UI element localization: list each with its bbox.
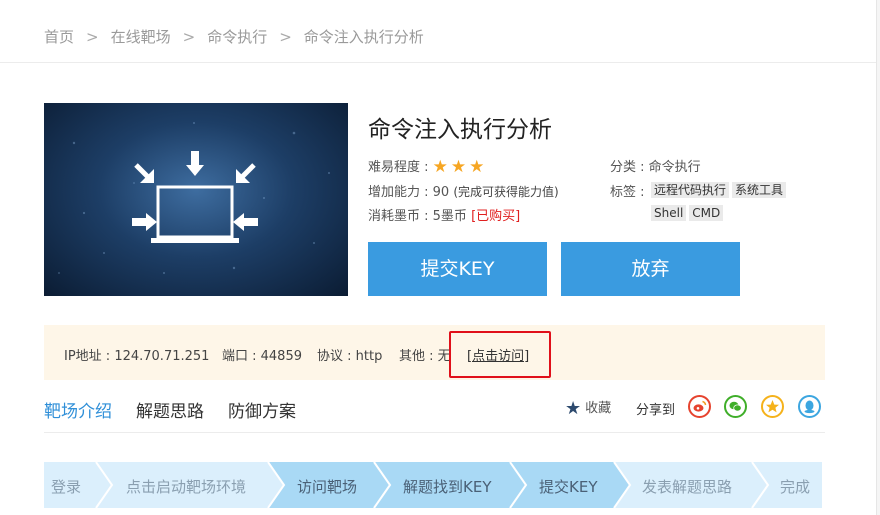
step-publish-solution: 发表解题思路 <box>642 478 733 496</box>
tags-row-1: 远程代码执行 系统工具 <box>651 182 789 198</box>
target-ip: IP地址 : 124.70.71.251 <box>64 349 210 364</box>
tabs-divider <box>44 432 825 433</box>
category-label: 分类 : 命令执行 <box>610 160 701 175</box>
weibo-share-icon[interactable] <box>688 395 711 418</box>
tag-cmd[interactable]: CMD <box>689 205 724 221</box>
star-icon: ★ <box>469 157 488 177</box>
step-login: 登录 <box>51 478 82 496</box>
header-divider <box>0 62 876 63</box>
target-port: 端口 : 44859 <box>222 349 302 364</box>
target-protocol: 协议 : http <box>317 349 383 364</box>
challenge-cover-image <box>44 103 348 296</box>
breadcrumb-current: 命令注入执行分析 <box>303 28 424 46</box>
cost-row: 消耗墨币 : 5墨币 [已购买] <box>368 205 520 224</box>
target-other: 其他 : 无 <box>399 349 451 364</box>
step-complete: 完成 <box>780 478 811 496</box>
ability-label: 增加能力 : 90 <box>368 185 450 200</box>
difficulty-label: 难易程度 : <box>368 160 429 175</box>
tags-label: 标签 : <box>610 185 645 200</box>
tags-row-2: Shell CMD <box>651 205 726 221</box>
tab-introduction[interactable]: 靶场介绍 <box>44 397 112 422</box>
star-icon: ★ <box>432 157 451 177</box>
breadcrumb-range-link[interactable]: 在线靶场 <box>111 26 171 47</box>
breadcrumb-separator: > <box>182 28 196 46</box>
page: 首页 > 在线靶场 > 命令执行 > 命令注入执行分析 命令注入执行分析 难易程… <box>0 0 877 515</box>
difficulty-row: 难易程度 : ★★★ <box>368 156 487 177</box>
tab-solution-ideas[interactable]: 解题思路 <box>136 397 204 422</box>
step-visit-range: 访问靶场 <box>297 478 358 496</box>
purchase-status: [已购买] <box>471 209 521 224</box>
progress-steps: 登录 点击启动靶场环境 访问靶场 解题找到KEY 提交KEY 发表解题思路 完成 <box>44 462 822 508</box>
ability-note: (完成可获得能力值) <box>453 185 559 199</box>
target-info-bar: IP地址 : 124.70.71.251 端口 : 44859 协议 : htt… <box>44 325 825 380</box>
favorite-label: 收藏 <box>585 401 612 416</box>
star-icon: ★ <box>450 157 470 177</box>
breadcrumb-category-link[interactable]: 命令执行 <box>207 26 267 47</box>
category-row: 分类 : 命令执行 <box>610 156 701 175</box>
favorite-button[interactable]: ★ 收藏 <box>565 397 611 419</box>
step-submit-key: 提交KEY <box>539 478 598 496</box>
challenge-title: 命令注入执行分析 <box>368 117 552 143</box>
breadcrumb: 首页 > 在线靶场 > 命令执行 > 命令注入执行分析 <box>44 26 424 47</box>
qq-share-icon[interactable] <box>798 395 821 418</box>
submit-key-button[interactable]: 提交KEY <box>368 242 547 296</box>
ability-row: 增加能力 : 90 (完成可获得能力值) <box>368 181 559 200</box>
favorite-star-icon: ★ <box>565 398 582 419</box>
tab-defense-plan[interactable]: 防御方案 <box>228 397 296 422</box>
breadcrumb-separator: > <box>279 28 292 46</box>
give-up-button[interactable]: 放弃 <box>561 242 740 296</box>
qzone-share-icon[interactable] <box>761 395 784 418</box>
step-start-environment: 点击启动靶场环境 <box>126 478 247 496</box>
highlight-box <box>449 331 551 378</box>
difficulty-stars: ★★★ <box>433 157 488 177</box>
breadcrumb-separator: > <box>86 28 99 46</box>
share-label: 分享到 <box>636 403 676 418</box>
tag-remote-code-execution[interactable]: 远程代码执行 <box>651 182 730 198</box>
step-find-key: 解题找到KEY <box>403 478 492 496</box>
laptop-arrows-icon <box>58 122 330 274</box>
tag-shell[interactable]: Shell <box>651 205 687 221</box>
wechat-share-icon[interactable] <box>724 395 747 418</box>
cost-label: 消耗墨币 : 5墨币 <box>368 209 467 224</box>
breadcrumb-home-link[interactable]: 首页 <box>44 26 74 47</box>
tag-system-tools[interactable]: 系统工具 <box>732 182 787 198</box>
